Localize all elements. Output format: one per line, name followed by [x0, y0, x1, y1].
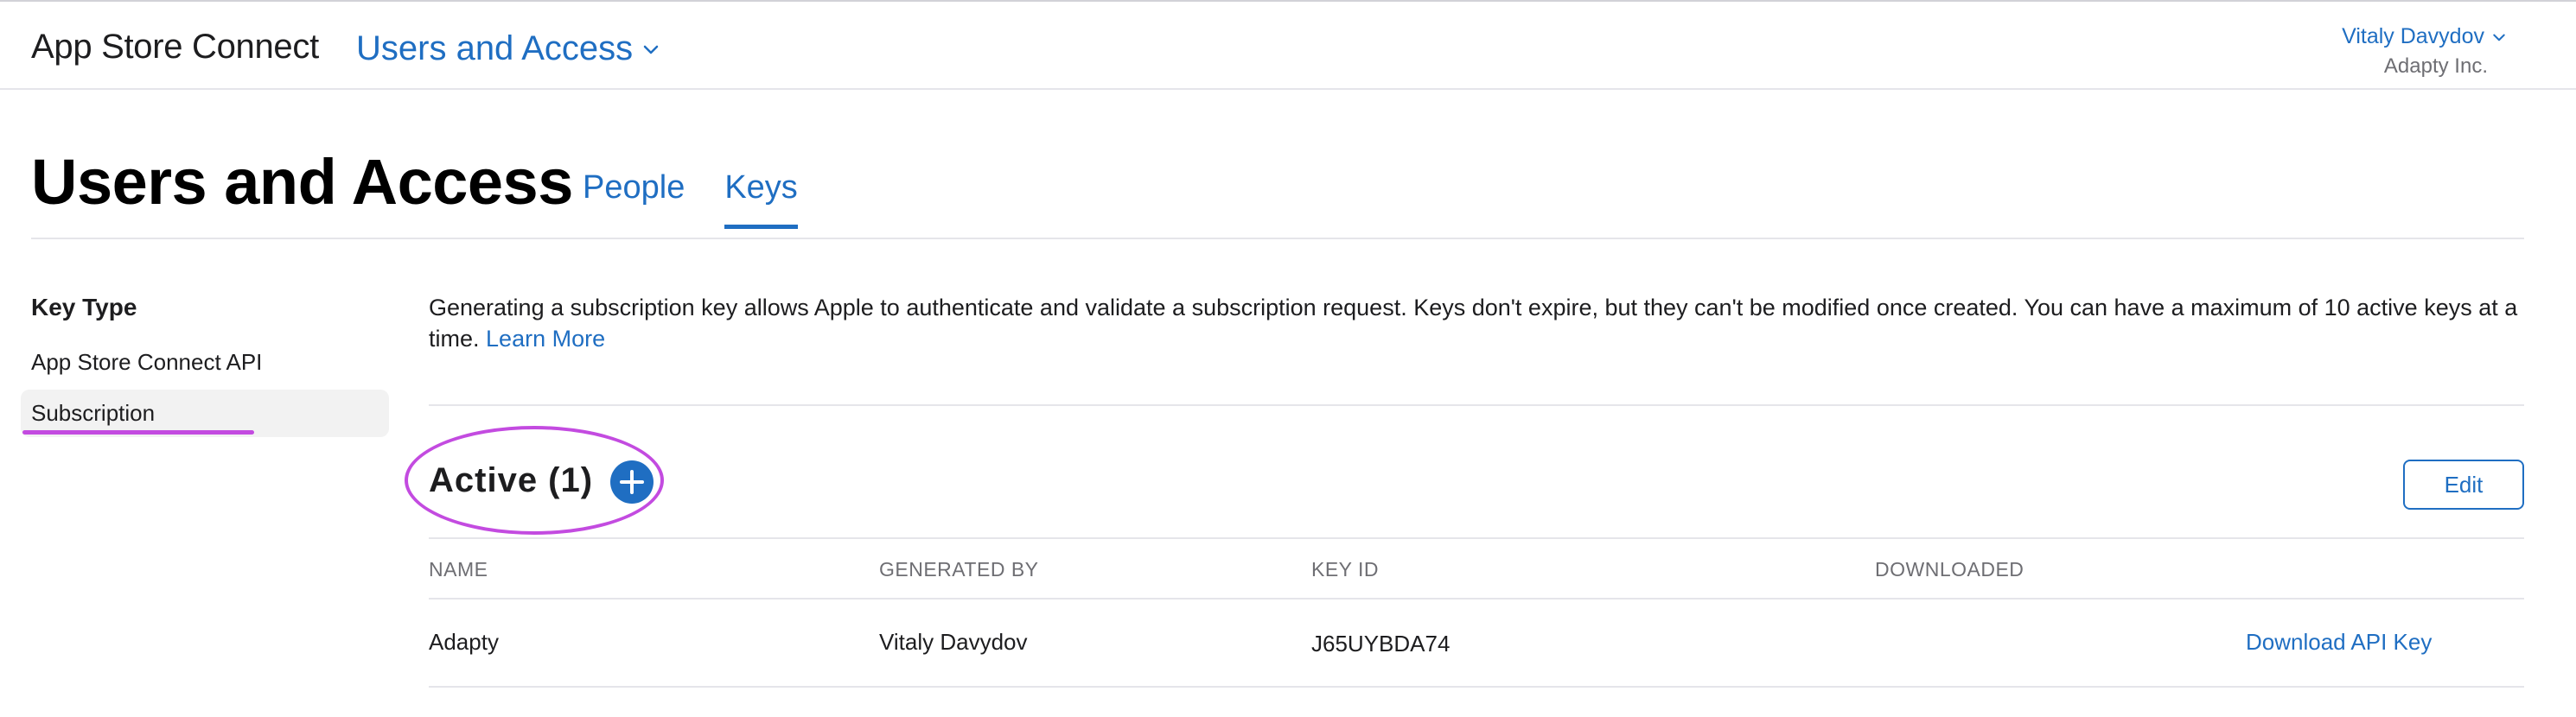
page-title: Users and Access	[31, 146, 573, 218]
tab-keys[interactable]: Keys	[724, 169, 799, 229]
chevron-down-icon	[2493, 34, 2505, 41]
cell-name: Adapty	[429, 629, 499, 655]
annotation-underline	[22, 430, 254, 435]
column-header-downloaded: DOWNLOADED	[1875, 558, 2024, 581]
user-name: Vitaly Davydov	[2342, 24, 2484, 48]
table-top-divider	[429, 537, 2524, 539]
page: App Store Connect Users and Access Vital…	[0, 0, 2576, 717]
main-content: Generating a subscription key allows App…	[429, 292, 2524, 354]
active-keys-heading: Active (1)	[429, 461, 594, 499]
download-api-key-link[interactable]: Download API Key	[2246, 629, 2432, 656]
table-bottom-divider	[429, 686, 2524, 688]
sidebar-item-app-store-connect-api[interactable]: App Store Connect API	[21, 339, 389, 386]
subscription-key-description: Generating a subscription key allows App…	[429, 292, 2524, 354]
tab-bar: People Keys	[583, 169, 799, 229]
key-type-sidebar: Key Type App Store Connect API Subscript…	[21, 294, 389, 441]
header-divider	[31, 238, 2524, 239]
user-organization: Adapty Inc.	[2383, 54, 2488, 78]
tab-people[interactable]: People	[583, 169, 685, 227]
column-header-key-id: KEY ID	[1311, 558, 1379, 581]
top-bar: App Store Connect Users and Access Vital…	[0, 0, 2576, 90]
user-name-row: Vitaly Davydov	[2342, 24, 2507, 49]
table-header-divider	[429, 598, 2524, 600]
edit-button[interactable]: Edit	[2403, 460, 2524, 510]
column-header-name: NAME	[429, 558, 488, 581]
app-brand[interactable]: App Store Connect	[31, 28, 319, 67]
plus-icon	[620, 470, 644, 494]
cell-generated-by: Vitaly Davydov	[879, 629, 1028, 655]
chevron-down-icon	[643, 45, 659, 54]
user-menu[interactable]: Vitaly Davydov Adapty Inc.	[2342, 24, 2507, 79]
cell-key-id: J65UYBDA74	[1311, 631, 1451, 657]
column-header-generated-by: GENERATED BY	[879, 558, 1039, 581]
learn-more-link[interactable]: Learn More	[486, 326, 605, 352]
section-switcher[interactable]: Users and Access	[356, 29, 660, 68]
description-text: Generating a subscription key allows App…	[429, 295, 2518, 352]
sidebar-heading: Key Type	[31, 294, 137, 320]
add-key-button[interactable]	[610, 460, 654, 504]
section-switcher-label: Users and Access	[356, 29, 634, 67]
description-divider	[429, 404, 2524, 406]
